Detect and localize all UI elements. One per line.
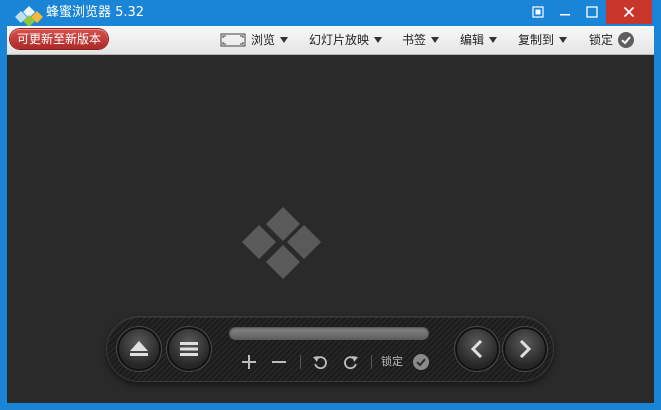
lock-label: 锁定: [589, 33, 614, 47]
fullscreen-icon: [220, 33, 246, 47]
minimize-icon: [560, 14, 570, 16]
window-title: 蜂蜜浏览器 5.32: [46, 5, 145, 20]
pin-button[interactable]: [525, 0, 551, 24]
rotate-right-button[interactable]: [342, 353, 360, 371]
menu-slideshow-label: 幻灯片放映: [309, 33, 370, 47]
menu-slideshow[interactable]: 幻灯片放映: [309, 31, 383, 49]
seek-bar[interactable]: [229, 327, 429, 340]
lock-label: 锁定: [381, 355, 403, 368]
divider: [300, 355, 301, 369]
minimize-button[interactable]: [552, 0, 578, 24]
chevron-down-icon: [431, 37, 440, 43]
control-bar: 锁定: [107, 317, 553, 381]
title-bar: 蜂蜜浏览器 5.32: [0, 0, 661, 27]
rotate-left-button[interactable]: [311, 353, 329, 371]
chevron-down-icon: [489, 37, 498, 43]
lock-toggle[interactable]: 锁定: [589, 31, 635, 49]
check-icon: [618, 32, 635, 48]
maximize-button[interactable]: [579, 0, 605, 24]
zoom-out-button[interactable]: [270, 353, 288, 371]
close-icon: [623, 6, 635, 18]
next-icon: [519, 340, 532, 358]
image-viewport[interactable]: 锁定: [7, 55, 654, 403]
maximize-icon: [586, 6, 598, 18]
prev-icon: [470, 340, 483, 358]
menu-browse-label: 浏览: [251, 33, 276, 47]
close-button[interactable]: [606, 0, 652, 24]
eject-icon: [130, 341, 148, 356]
app-logo-icon: [242, 207, 321, 279]
pin-icon: [532, 6, 544, 18]
menu-browse[interactable]: 浏览: [220, 31, 289, 49]
next-button[interactable]: [505, 329, 545, 369]
zoom-out-icon: [272, 361, 286, 363]
menu-bookmarks-label: 书签: [402, 33, 427, 47]
rotate-left-icon: [313, 356, 327, 370]
update-available-button[interactable]: 可更新至新版本: [10, 29, 109, 49]
chevron-down-icon: [559, 37, 568, 43]
menu-edit[interactable]: 编辑: [460, 31, 498, 49]
check-icon[interactable]: [413, 354, 429, 370]
toolbar: 可更新至新版本 浏览 幻灯片放映 书签 编辑 复制到 锁定: [7, 26, 654, 55]
zoom-in-icon: [242, 355, 256, 369]
menu-copy-to-label: 复制到: [518, 33, 555, 47]
menu-copy-to[interactable]: 复制到: [518, 31, 568, 49]
eject-button[interactable]: [119, 329, 159, 369]
app-logo-icon: [15, 6, 43, 27]
chevron-down-icon: [280, 37, 289, 43]
zoom-in-button[interactable]: [240, 353, 258, 371]
menu-bookmarks[interactable]: 书签: [402, 31, 440, 49]
chevron-down-icon: [374, 37, 383, 43]
previous-button[interactable]: [457, 329, 497, 369]
divider: [371, 355, 372, 369]
rotate-right-icon: [344, 356, 358, 370]
menu-icon: [180, 342, 198, 356]
menu-button[interactable]: [169, 329, 209, 369]
menu-edit-label: 编辑: [460, 33, 485, 47]
